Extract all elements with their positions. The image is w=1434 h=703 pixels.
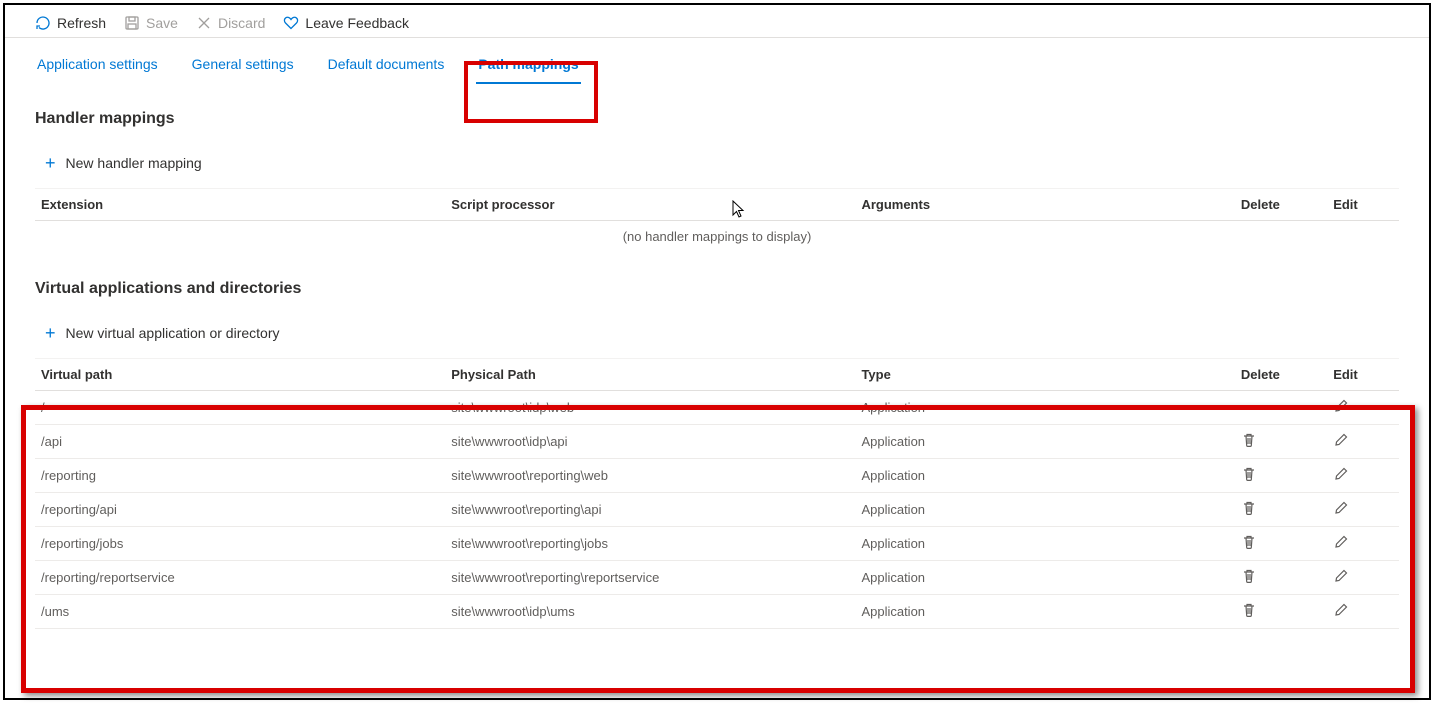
pencil-icon	[1333, 432, 1349, 451]
edit-button[interactable]	[1333, 602, 1349, 621]
col-virtual-path: Virtual path	[35, 359, 445, 391]
col-edit: Edit	[1327, 189, 1399, 221]
section-virtual-apps: Virtual applications and directories + N…	[5, 254, 1429, 629]
trash-icon	[1241, 466, 1257, 485]
trash-icon	[1241, 534, 1257, 553]
col-type: Type	[855, 359, 1234, 391]
cell-type: Application	[855, 595, 1234, 629]
cell-type: Application	[855, 527, 1234, 561]
heart-icon	[283, 15, 299, 31]
edit-button[interactable]	[1333, 398, 1349, 417]
new-virtual-app-label: New virtual application or directory	[66, 325, 280, 341]
save-button[interactable]: Save	[124, 15, 178, 31]
table-row: /reporting/jobssite\wwwroot\reporting\jo…	[35, 527, 1399, 561]
toolbar: Refresh Save Discard Leave Feedback	[5, 5, 1429, 38]
refresh-button[interactable]: Refresh	[35, 15, 106, 31]
edit-button[interactable]	[1333, 432, 1349, 451]
cell-physical-path: site\wwwroot\idp\ums	[445, 595, 855, 629]
edit-button[interactable]	[1333, 534, 1349, 553]
discard-button[interactable]: Discard	[196, 15, 265, 31]
refresh-icon	[35, 15, 51, 31]
handler-empty-message: (no handler mappings to display)	[35, 221, 1399, 254]
plus-icon: +	[45, 324, 56, 342]
save-label: Save	[146, 15, 178, 31]
handler-mappings-table: Extension Script processor Arguments Del…	[35, 188, 1399, 221]
virtual-apps-table: Virtual path Physical Path Type Delete E…	[35, 358, 1399, 629]
col-script: Script processor	[445, 189, 855, 221]
cell-virtual-path: /reporting	[35, 459, 445, 493]
feedback-label: Leave Feedback	[305, 15, 409, 31]
trash-icon	[1241, 500, 1257, 519]
new-virtual-app-button[interactable]: + New virtual application or directory	[45, 324, 280, 342]
edit-button[interactable]	[1333, 568, 1349, 587]
trash-icon	[1241, 602, 1257, 621]
trash-icon	[1241, 568, 1257, 587]
table-row: /umssite\wwwroot\idp\umsApplication	[35, 595, 1399, 629]
discard-label: Discard	[218, 15, 265, 31]
col-edit: Edit	[1327, 359, 1399, 391]
cell-physical-path: site\wwwroot\reporting\jobs	[445, 527, 855, 561]
edit-button[interactable]	[1333, 500, 1349, 519]
cell-physical-path: site\wwwroot\reporting\web	[445, 459, 855, 493]
cell-type: Application	[855, 391, 1234, 425]
edit-button[interactable]	[1333, 466, 1349, 485]
save-icon	[124, 15, 140, 31]
section-title-virtual: Virtual applications and directories	[35, 280, 1399, 298]
section-handler-mappings: Handler mappings + New handler mapping E…	[5, 84, 1429, 254]
cell-physical-path: site\wwwroot\idp\web	[445, 391, 855, 425]
tab-application-settings[interactable]: Application settings	[35, 50, 160, 84]
delete-button[interactable]	[1241, 500, 1257, 519]
delete-button[interactable]	[1241, 432, 1257, 451]
pencil-icon	[1333, 466, 1349, 485]
tab-default-documents[interactable]: Default documents	[326, 50, 447, 84]
delete-button[interactable]	[1241, 602, 1257, 621]
section-title-handler: Handler mappings	[35, 110, 1399, 128]
cell-virtual-path: /reporting/jobs	[35, 527, 445, 561]
col-delete: Delete	[1235, 189, 1327, 221]
cell-virtual-path: /reporting/api	[35, 493, 445, 527]
table-row: /reportingsite\wwwroot\reporting\webAppl…	[35, 459, 1399, 493]
cell-type: Application	[855, 425, 1234, 459]
plus-icon: +	[45, 154, 56, 172]
cell-virtual-path: /	[35, 391, 445, 425]
refresh-label: Refresh	[57, 15, 106, 31]
col-extension: Extension	[35, 189, 445, 221]
cell-virtual-path: /ums	[35, 595, 445, 629]
delete-button[interactable]	[1241, 568, 1257, 587]
feedback-button[interactable]: Leave Feedback	[283, 15, 409, 31]
pencil-icon	[1333, 398, 1349, 417]
window-frame: Refresh Save Discard Leave Feedback Appl…	[3, 3, 1431, 700]
pencil-icon	[1333, 534, 1349, 553]
cell-physical-path: site\wwwroot\reporting\reportservice	[445, 561, 855, 595]
cell-physical-path: site\wwwroot\idp\api	[445, 425, 855, 459]
table-row: /reporting/reportservicesite\wwwroot\rep…	[35, 561, 1399, 595]
table-row: /site\wwwroot\idp\webApplication	[35, 391, 1399, 425]
pencil-icon	[1333, 568, 1349, 587]
col-arguments: Arguments	[855, 189, 1234, 221]
table-row: /apisite\wwwroot\idp\apiApplication	[35, 425, 1399, 459]
pencil-icon	[1333, 500, 1349, 519]
discard-icon	[196, 15, 212, 31]
tab-bar: Application settings General settings Defa…	[5, 38, 1429, 84]
col-physical-path: Physical Path	[445, 359, 855, 391]
cell-type: Application	[855, 493, 1234, 527]
cell-type: Application	[855, 459, 1234, 493]
new-handler-mapping-label: New handler mapping	[66, 155, 202, 171]
delete-button[interactable]	[1241, 466, 1257, 485]
cell-virtual-path: /api	[35, 425, 445, 459]
new-handler-mapping-button[interactable]: + New handler mapping	[45, 154, 202, 172]
table-row: /reporting/apisite\wwwroot\reporting\api…	[35, 493, 1399, 527]
cell-physical-path: site\wwwroot\reporting\api	[445, 493, 855, 527]
pencil-icon	[1333, 602, 1349, 621]
cell-type: Application	[855, 561, 1234, 595]
delete-button[interactable]	[1241, 534, 1257, 553]
cell-virtual-path: /reporting/reportservice	[35, 561, 445, 595]
trash-icon	[1241, 432, 1257, 451]
tab-general-settings[interactable]: General settings	[190, 50, 296, 84]
tab-path-mappings[interactable]: Path mappings	[476, 50, 580, 84]
col-delete: Delete	[1235, 359, 1327, 391]
